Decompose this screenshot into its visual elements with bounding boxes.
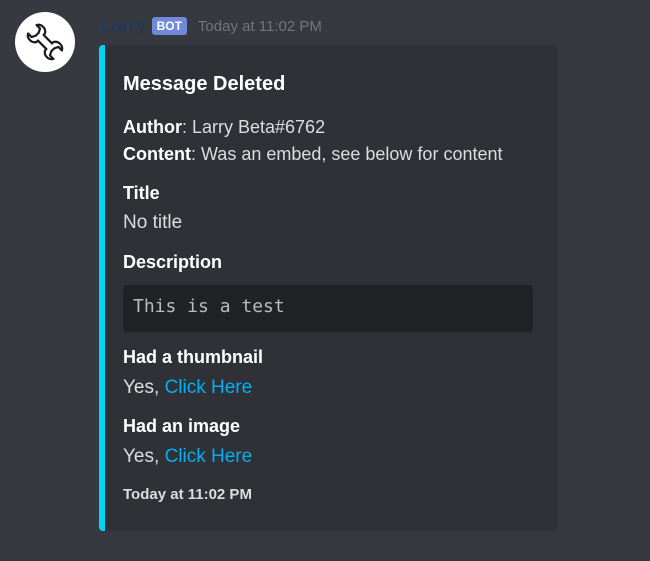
message-header: Larry BOT Today at 11:02 PM [100, 12, 322, 40]
content-label: Content [123, 144, 191, 164]
thumbnail-link[interactable]: Click Here [165, 377, 253, 398]
author-value: : Larry Beta#6762 [181, 117, 326, 137]
content-line: Content: Was an embed, see below for con… [123, 144, 503, 165]
embed-footer-timestamp: Today at 11:02 PM [123, 486, 252, 503]
field-thumbnail-value: Yes, Click Here [123, 377, 252, 399]
field-title-name: Title [123, 183, 160, 203]
content-value: : Was an embed, see below for content [190, 144, 503, 164]
field-image-value: Yes, Click Here [123, 446, 252, 468]
chat-message: Larry BOT Today at 11:02 PM Message Dele… [0, 0, 650, 561]
username[interactable]: Larry [100, 15, 146, 38]
author-line: Author: Larry Beta#6762 [123, 117, 325, 138]
avatar[interactable] [15, 12, 75, 72]
field-title-value: No title [123, 212, 183, 233]
bot-badge: BOT [151, 17, 187, 35]
field-image-name: Had an image [123, 416, 241, 436]
embed-title: Message Deleted [123, 73, 286, 95]
thumbnail-prefix: Yes, [123, 377, 165, 398]
code-block: This is a test [123, 285, 533, 332]
field-thumbnail-name: Had a thumbnail [123, 347, 264, 367]
field-description-name: Description [123, 252, 223, 272]
image-prefix: Yes, [123, 446, 165, 467]
wrench-icon [26, 23, 64, 61]
embed: Message Deleted Author: Larry Beta#6762 … [99, 45, 558, 531]
image-link[interactable]: Click Here [165, 446, 253, 467]
message-timestamp[interactable]: Today at 11:02 PM [198, 18, 322, 35]
author-label: Author [123, 117, 182, 137]
